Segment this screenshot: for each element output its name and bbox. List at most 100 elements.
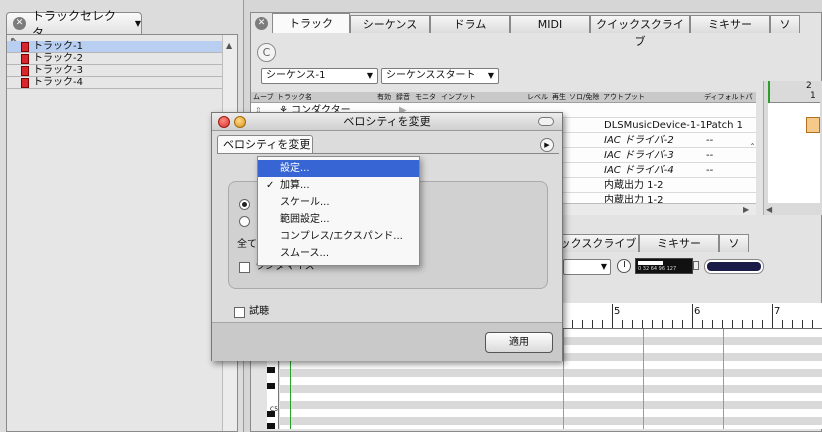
velocity-meter: 0 32 64 96 127: [635, 258, 693, 274]
menu-item-smooth[interactable]: スムース...: [258, 245, 419, 262]
output-cell[interactable]: DLSMusicDevice-1-1: [604, 118, 706, 133]
ruler-tick: [612, 304, 613, 328]
ruler-tick: [622, 320, 623, 328]
column-header: トラック名: [277, 93, 312, 101]
chevron-down-icon: ▼: [487, 71, 494, 80]
piano-black-key[interactable]: [267, 383, 275, 389]
column-header: ディフォルトパ: [704, 93, 753, 101]
apply-button-label: 適用: [509, 337, 529, 348]
tab-label: ソ: [728, 237, 740, 250]
playhead[interactable]: [768, 81, 770, 103]
tab-quickscribe[interactable]: クイックスクライブ: [590, 15, 690, 48]
track-list-item[interactable]: トラック-4: [7, 77, 222, 89]
patch-cell[interactable]: Patch 1: [706, 118, 743, 133]
tab-label: ミキサー: [708, 18, 752, 31]
ruler-tick: [582, 320, 583, 328]
output-cell[interactable]: IAC ドライバ-4: [604, 163, 674, 178]
ruler-number: 5: [614, 306, 621, 317]
ruler-tick: [752, 320, 753, 328]
menu-item-range[interactable]: 範囲設定...: [258, 211, 419, 228]
close-icon[interactable]: [218, 116, 230, 128]
scroll-up-icon[interactable]: ▲: [226, 41, 232, 50]
close-icon[interactable]: ✕: [255, 17, 268, 30]
sequence-start-select[interactable]: シーケンススタート ▼: [381, 68, 499, 84]
ruler-tick: [642, 320, 643, 328]
tab-more-lower[interactable]: ソ: [719, 234, 749, 252]
radio-down[interactable]: [239, 199, 250, 210]
scroll-left-icon[interactable]: ◀: [766, 205, 772, 214]
piano-black-key[interactable]: [267, 367, 275, 373]
menu-item-set[interactable]: 設定...: [258, 160, 419, 177]
c-button[interactable]: C: [257, 43, 276, 62]
chevron-down-icon: ▼: [366, 71, 373, 80]
track-list-item[interactable]: トラック-2: [7, 53, 222, 65]
track-list-item[interactable]: トラック-3: [7, 65, 222, 77]
menu-item-label: スムース...: [280, 248, 330, 259]
output-cell[interactable]: IAC ドライバ-2: [604, 133, 674, 148]
track-list: ✎ トラック-1 トラック-2 トラック-3 トラック-4 ▲: [6, 34, 238, 432]
column-header: インプット: [441, 93, 476, 101]
tab-label: トラック: [289, 17, 333, 30]
track-list-item[interactable]: トラック-1: [7, 41, 222, 53]
ruler-tick: [732, 320, 733, 328]
tab-more[interactable]: ソ: [770, 15, 800, 33]
radio-up[interactable]: [239, 216, 250, 227]
tab-sequence[interactable]: シーケンス: [350, 15, 430, 33]
menu-item-scale[interactable]: スケール...: [258, 194, 419, 211]
patch-cell[interactable]: --: [706, 133, 713, 148]
menu-item-compress-expand[interactable]: コンプレス/エクスパンド...: [258, 228, 419, 245]
table-header: ムーブ トラック名 有効 録音 モニタ インプット レベル 再生 ソロ/免除 ア…: [251, 92, 756, 103]
chevron-down-icon: ▼: [600, 262, 607, 271]
meter-slider[interactable]: [693, 261, 699, 270]
column-header: アウトプット: [603, 93, 645, 101]
close-icon[interactable]: ✕: [13, 17, 26, 30]
menu-item-label: コンプレス/エクスパンド...: [280, 231, 403, 242]
mini-ruler: 2 1: [768, 81, 820, 103]
collapse-handle-icon[interactable]: ˆ: [750, 143, 755, 154]
ruler-number: 2: [806, 81, 812, 91]
column-header: レベル: [527, 93, 548, 101]
toolbar-toggle-icon[interactable]: [538, 117, 554, 126]
tab-midi[interactable]: MIDI: [510, 15, 590, 33]
lower-select[interactable]: ▼: [563, 259, 611, 275]
divider: [217, 153, 559, 154]
patch-cell[interactable]: --: [706, 148, 713, 163]
ruler-tick: [592, 320, 593, 328]
piano-black-key[interactable]: [267, 423, 275, 429]
tab-label: MIDI: [537, 18, 563, 31]
output-cell[interactable]: IAC ドライバ-3: [604, 148, 674, 163]
dialog-title: ベロシティを変更: [343, 115, 431, 128]
ruler-tick: [682, 320, 683, 328]
ruler-tick: [652, 320, 653, 328]
tab-mixer-lower[interactable]: ミキサー: [639, 234, 719, 252]
sequence-select[interactable]: シーケンス-1 ▼: [261, 68, 378, 84]
play-circle-icon[interactable]: ▶: [540, 138, 554, 152]
menu-item-add[interactable]: ✓ 加算...: [258, 177, 419, 194]
checkmark-icon: ✓: [266, 180, 275, 191]
randomize-checkbox[interactable]: [239, 262, 250, 273]
tab-label: ドラム: [453, 18, 487, 31]
patch-cell[interactable]: --: [706, 163, 713, 178]
minimize-icon[interactable]: [234, 116, 246, 128]
knob-icon[interactable]: [617, 259, 631, 273]
track-selector-tab[interactable]: ✕ トラックセレクタ ▼: [6, 9, 142, 40]
dialog-titlebar[interactable]: ベロシティを変更: [212, 113, 562, 131]
dialog-tab[interactable]: ベロシティを変更: [217, 135, 313, 154]
scroll-right-icon[interactable]: ▶: [743, 205, 749, 214]
level-bar: [705, 260, 763, 273]
dialog-tab-label: ベロシティを変更: [223, 138, 311, 151]
sequence-region[interactable]: [806, 117, 820, 133]
output-cell[interactable]: 内蔵出力 1-2: [604, 178, 664, 193]
tab-label: ソ: [779, 18, 791, 31]
chevron-down-icon[interactable]: ▼: [135, 19, 141, 28]
tab-track[interactable]: トラック: [272, 13, 350, 33]
ruler-tick: [762, 320, 763, 328]
ruler-tick: [662, 320, 663, 328]
apply-button[interactable]: 適用: [485, 332, 553, 353]
ruler-tick: [772, 304, 773, 328]
track-label: トラック-2: [33, 53, 83, 64]
audition-checkbox[interactable]: [234, 307, 245, 318]
ruler-tick: [712, 320, 713, 328]
tab-mixer[interactable]: ミキサー: [690, 15, 770, 33]
tab-drum[interactable]: ドラム: [430, 15, 510, 33]
